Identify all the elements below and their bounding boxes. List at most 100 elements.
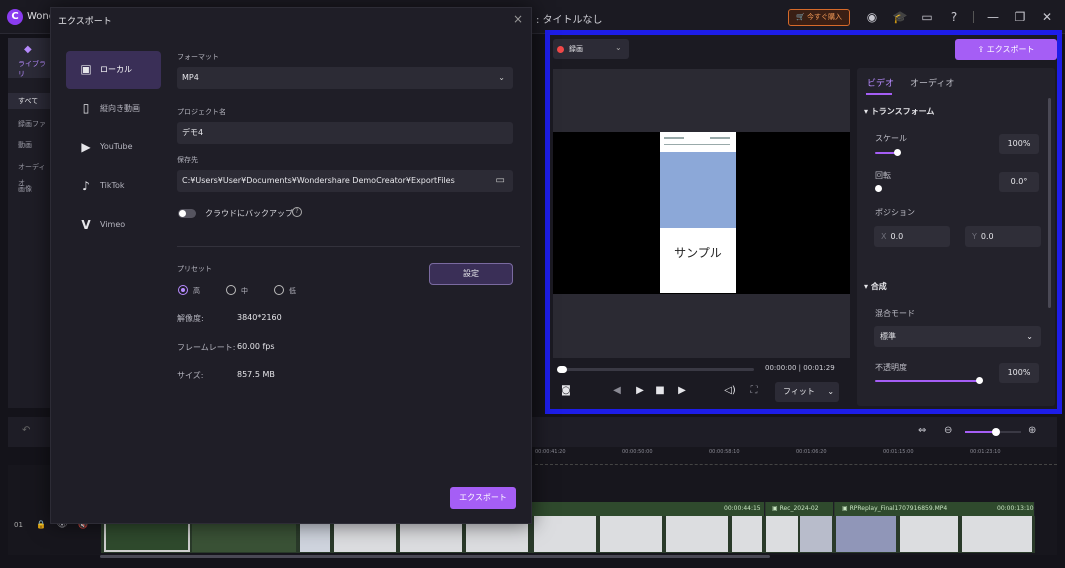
library-item-images[interactable]: 画像: [8, 181, 50, 197]
close-icon[interactable]: ×: [513, 12, 523, 26]
preset-high-radio[interactable]: [178, 285, 188, 295]
save-location-input[interactable]: C:¥Users¥User¥Documents¥Wondershare Demo…: [177, 170, 513, 192]
fullscreen-icon[interactable]: ⛶: [747, 385, 761, 396]
timeline-zoom-handle[interactable]: [992, 428, 1000, 436]
timeline-scrollbar[interactable]: [100, 555, 770, 558]
app-logo-icon: C: [7, 9, 23, 25]
clip-thumbnail[interactable]: [534, 516, 598, 552]
clip-thumbnail[interactable]: [600, 516, 664, 552]
lock-icon[interactable]: 🔒: [36, 520, 46, 529]
video-frame[interactable]: サンプル: [660, 132, 736, 293]
layers-icon: ◆: [24, 44, 32, 55]
tab-video[interactable]: ビデオ: [867, 76, 894, 89]
minimize-icon[interactable]: —: [985, 9, 1001, 25]
opacity-value[interactable]: 100%: [999, 363, 1039, 383]
opacity-slider[interactable]: [875, 380, 979, 382]
tiktok-icon: ♪: [82, 179, 90, 193]
upload-icon: ⇪: [977, 45, 985, 54]
library-tab[interactable]: ◆ ライブラリ: [8, 38, 50, 78]
nav-youtube[interactable]: ▶ YouTube: [66, 129, 161, 167]
buy-now-button[interactable]: 🛒 今すぐ購入: [788, 9, 850, 26]
track-number: 01: [14, 521, 23, 529]
message-icon[interactable]: ▭: [919, 9, 935, 25]
play-icon[interactable]: ▶: [633, 385, 647, 396]
help-icon[interactable]: ?: [946, 9, 962, 25]
clip-thumbnail[interactable]: [836, 516, 898, 552]
help-icon[interactable]: ?: [292, 207, 302, 217]
library-item-video[interactable]: 動画: [8, 137, 50, 153]
document-title: : タイトルなし: [536, 15, 603, 26]
learn-icon[interactable]: 🎓: [892, 9, 908, 25]
clip-thumbnail[interactable]: [732, 516, 764, 552]
settings-button[interactable]: 設定: [429, 263, 513, 285]
undo-icon[interactable]: ↶: [22, 425, 30, 436]
framerate-label: フレームレート:: [177, 343, 236, 352]
zoom-out-icon[interactable]: ⊖: [944, 425, 952, 436]
position-x-field[interactable]: X 0.0: [874, 226, 950, 247]
stop-icon[interactable]: ■: [653, 385, 667, 396]
nav-local[interactable]: ▣ ローカル: [66, 51, 161, 89]
vimeo-icon: V: [81, 218, 91, 232]
properties-scrollbar[interactable]: [1048, 98, 1051, 308]
scale-slider-handle[interactable]: [894, 149, 901, 156]
chevron-down-icon: ⌄: [827, 387, 835, 396]
transform-section-header[interactable]: ▾ トランスフォーム: [864, 106, 934, 117]
dialog-export-button[interactable]: エクスポート: [450, 487, 516, 509]
clip-duration: 00:00:44:15: [724, 505, 761, 512]
cart-icon: 🛒: [796, 13, 805, 21]
rotate-value[interactable]: 0.0°: [999, 172, 1039, 192]
seek-handle[interactable]: [557, 366, 567, 373]
clip-thumbnail[interactable]: [900, 516, 960, 552]
fit-timeline-icon[interactable]: ⇔: [918, 425, 926, 436]
clip-thumbnail[interactable]: [666, 516, 730, 552]
maximize-icon[interactable]: ❐: [1012, 9, 1028, 25]
tab-audio[interactable]: オーディオ: [910, 76, 954, 89]
composite-section-header[interactable]: ▾ 合成: [864, 281, 887, 292]
folder-icon[interactable]: ▭: [496, 170, 505, 192]
preset-mid-radio[interactable]: [226, 285, 236, 295]
format-select[interactable]: MP4 ⌄: [177, 67, 513, 89]
zoom-in-icon[interactable]: ⊕: [1028, 425, 1036, 436]
project-name-label: プロジェクト名: [177, 108, 226, 116]
ruler-label: 00:00:50:00: [622, 449, 653, 455]
library-item-audio[interactable]: オーディオ: [8, 159, 50, 187]
blend-mode-select[interactable]: 標準 ⌄: [874, 326, 1041, 347]
position-y-field[interactable]: Y 0.0: [965, 226, 1041, 247]
size-label: サイズ:: [177, 371, 204, 380]
account-icon[interactable]: ◉: [864, 9, 880, 25]
toggle-knob: [179, 210, 186, 217]
preset-label: プリセット: [177, 265, 212, 273]
close-window-icon[interactable]: ✕: [1039, 9, 1055, 25]
titlebar-divider: [973, 11, 974, 23]
fit-zoom-select[interactable]: フィット ⌄: [775, 382, 839, 402]
save-location-label: 保存先: [177, 156, 198, 164]
scale-value[interactable]: 100%: [999, 134, 1039, 154]
canvas-top-area: [553, 69, 850, 132]
format-label: フォーマット: [177, 53, 219, 61]
nav-vimeo[interactable]: V Vimeo: [66, 207, 161, 245]
opacity-slider-handle[interactable]: [976, 377, 983, 384]
snapshot-icon[interactable]: ◙: [559, 385, 573, 396]
library-item-recordings[interactable]: 録画ファ: [8, 116, 50, 132]
clip-thumbnail[interactable]: [766, 516, 800, 552]
phone-icon: ▯: [82, 101, 90, 115]
nav-vertical-video[interactable]: ▯ 縦向き動画: [66, 90, 161, 128]
clip-thumbnail[interactable]: [800, 516, 834, 552]
youtube-icon: ▶: [81, 140, 91, 154]
position-label: ポジション: [875, 208, 915, 217]
project-name-input[interactable]: デモ4: [177, 122, 513, 144]
rotate-slider-handle[interactable]: [875, 185, 882, 192]
library-item-all[interactable]: すべて: [8, 93, 50, 109]
seek-bar[interactable]: [559, 368, 754, 371]
export-button[interactable]: ⇪ エクスポート: [955, 39, 1057, 60]
preset-high-label: 高: [193, 287, 200, 295]
preset-low-radio[interactable]: [274, 285, 284, 295]
prev-frame-icon[interactable]: ◀: [610, 385, 624, 396]
resolution-label: 解像度:: [177, 314, 204, 323]
frame-sample-text: サンプル: [674, 246, 722, 260]
next-frame-icon[interactable]: ▶: [675, 385, 689, 396]
volume-icon[interactable]: ◁): [723, 385, 737, 396]
scale-label: スケール: [875, 134, 907, 143]
nav-tiktok[interactable]: ♪ TikTok: [66, 168, 161, 206]
clip-thumbnail[interactable]: [962, 516, 1034, 552]
